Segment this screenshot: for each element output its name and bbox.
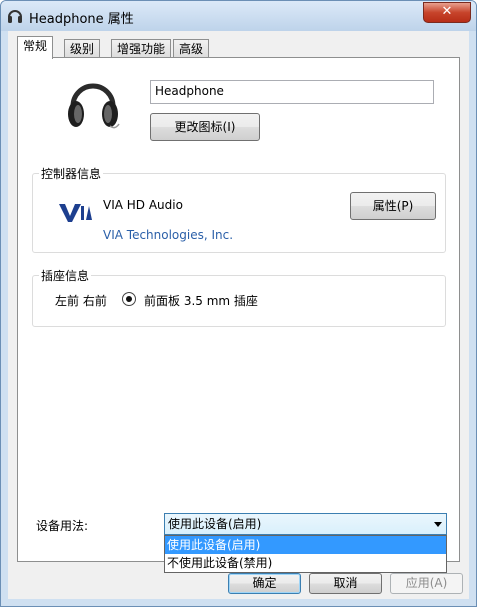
title-bar[interactable]: Headphone 属性 ✕ <box>1 1 476 31</box>
device-usage-label: 设备用法: <box>36 519 89 533</box>
window-title: Headphone 属性 <box>29 12 134 27</box>
headphone-device-icon <box>68 83 120 129</box>
usage-option-enable[interactable]: 使用此设备(启用) <box>165 536 446 554</box>
device-usage-dropdown: 使用此设备(启用) 不使用此设备(禁用) <box>164 535 447 573</box>
tab-panel-general: Headphone 更改图标(I) 控制器信息 VIA HD Audio VIA… <box>17 57 460 573</box>
controller-info-group: 控制器信息 VIA HD Audio VIA Technologies, Inc… <box>32 165 446 253</box>
ok-button[interactable]: 确定 <box>228 573 301 594</box>
controller-name: VIA HD Audio <box>103 198 183 212</box>
jack-description: 前面板 3.5 mm 插座 <box>144 294 258 308</box>
cancel-button[interactable]: 取消 <box>309 573 382 594</box>
jack-connector-icon <box>122 292 136 306</box>
headphone-icon <box>8 10 22 23</box>
device-usage-selected: 使用此设备(启用) <box>168 517 262 531</box>
properties-dialog: Headphone 属性 ✕ 常规 级别 增强功能 高级 Headphone 更… <box>0 0 477 607</box>
controller-info-title: 控制器信息 <box>39 165 104 182</box>
controller-properties-button[interactable]: 属性(P) <box>350 192 436 220</box>
tab-enhancements[interactable]: 增强功能 <box>111 39 172 58</box>
tab-general[interactable]: 常规 <box>17 36 54 59</box>
dialog-client-area: 常规 级别 增强功能 高级 Headphone 更改图标(I) 控制器信息 VI… <box>8 31 469 599</box>
apply-button[interactable]: 应用(A) <box>390 573 463 594</box>
jack-channels: 左前 右前 <box>55 294 107 308</box>
chevron-down-icon[interactable] <box>434 522 442 527</box>
close-button[interactable]: ✕ <box>423 2 471 23</box>
jack-info-group: 插座信息 左前 右前 前面板 3.5 mm 插座 <box>32 267 446 327</box>
device-usage-select[interactable]: 使用此设备(启用) <box>164 513 447 535</box>
change-icon-button[interactable]: 更改图标(I) <box>150 113 260 141</box>
usage-option-disable[interactable]: 不使用此设备(禁用) <box>165 554 446 572</box>
via-logo <box>59 204 92 222</box>
tab-advanced[interactable]: 高级 <box>173 39 210 58</box>
controller-vendor: VIA Technologies, Inc. <box>103 228 234 242</box>
jack-info-title: 插座信息 <box>39 267 92 284</box>
device-name-field[interactable]: Headphone <box>150 80 434 104</box>
tab-levels[interactable]: 级别 <box>64 39 101 58</box>
